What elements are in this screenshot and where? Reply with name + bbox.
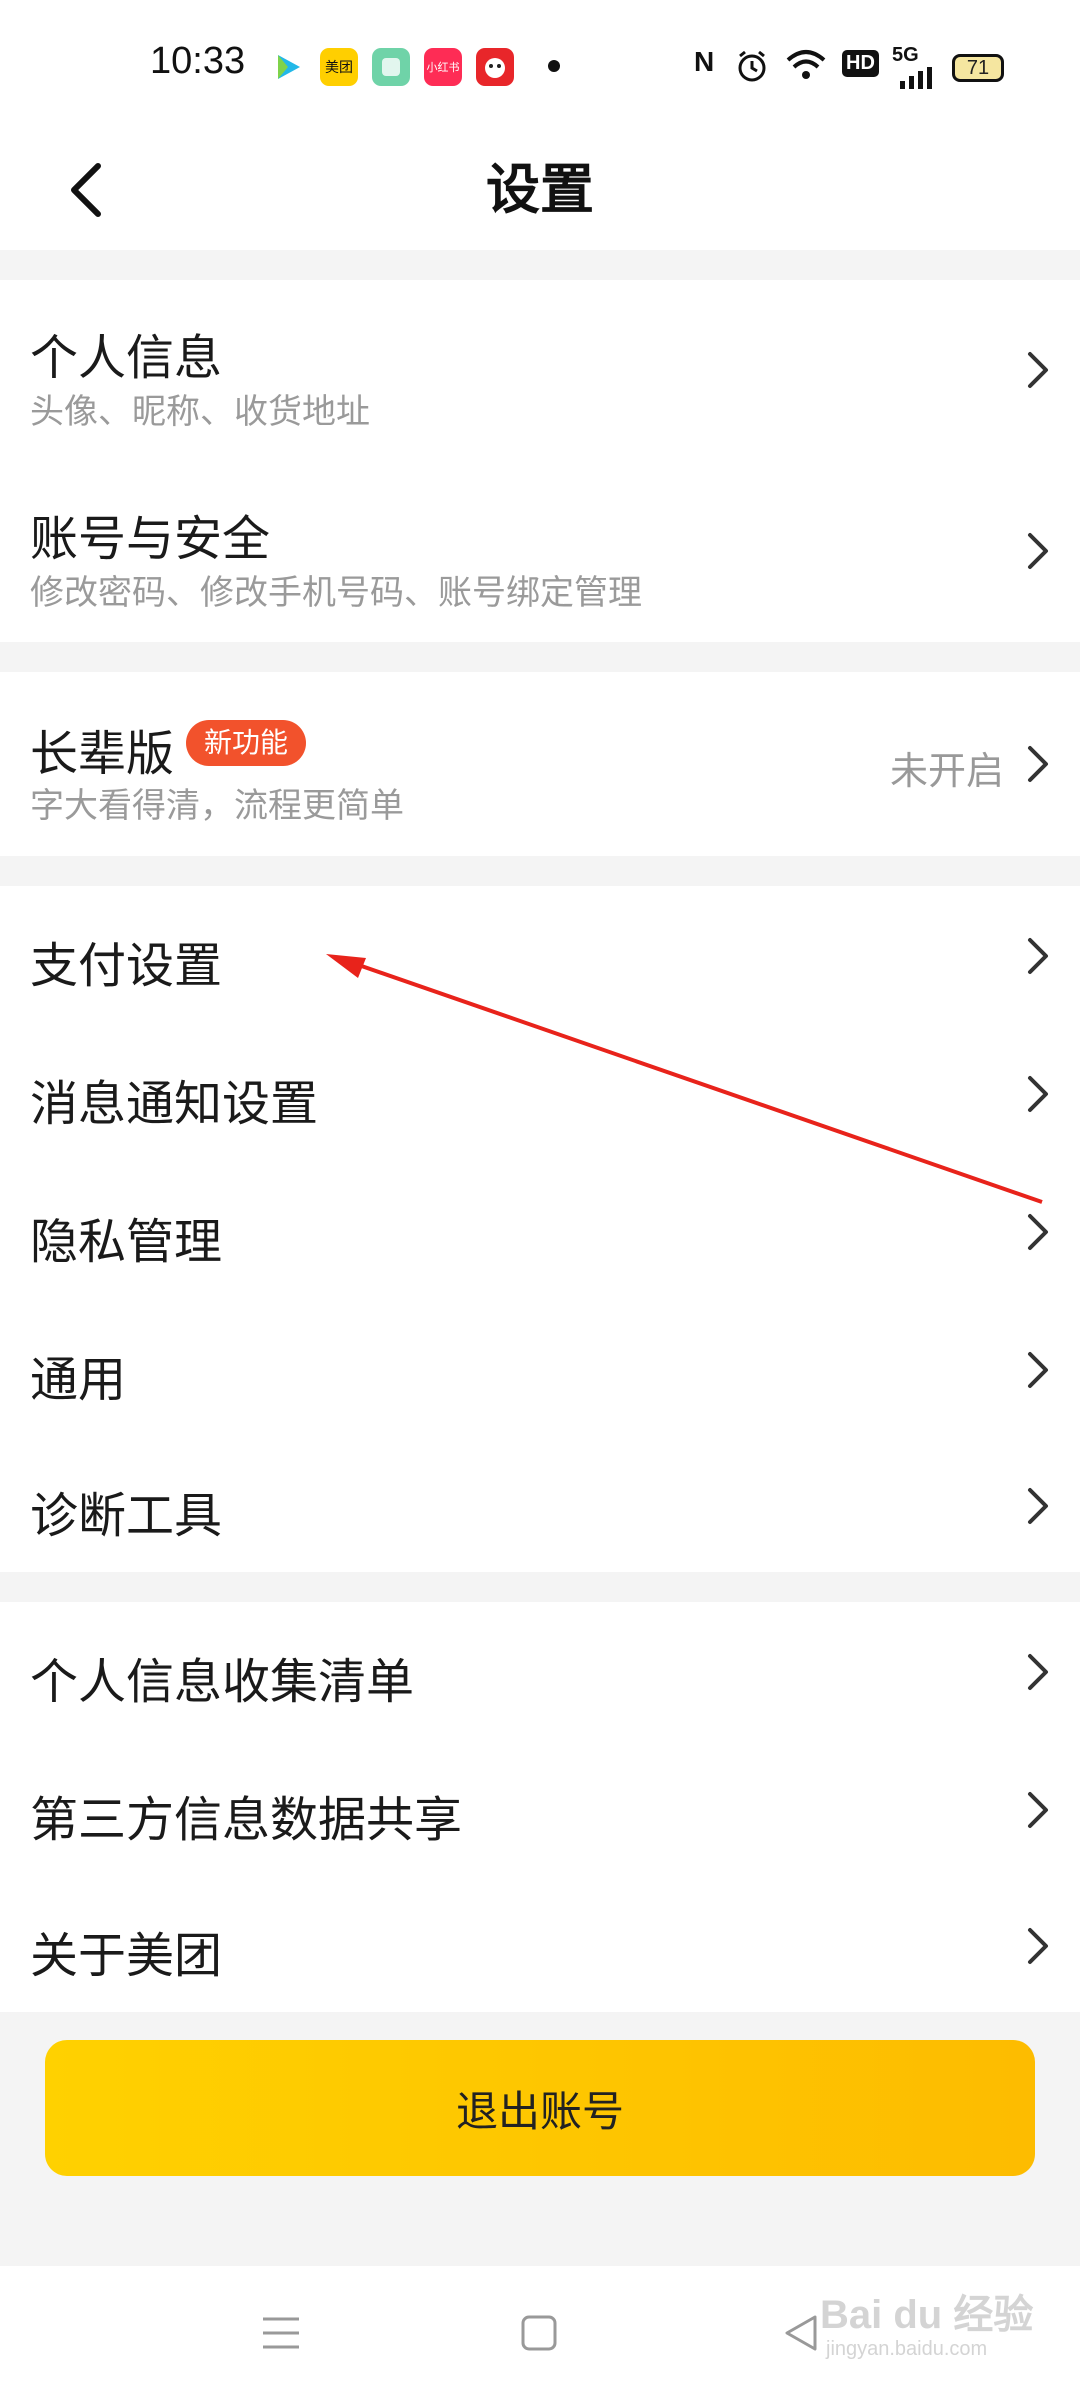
- settings-item-title: 个人信息收集清单: [30, 1656, 415, 1709]
- chevron-right-icon: [1028, 352, 1048, 388]
- home-button[interactable]: [504, 2300, 574, 2366]
- settings-item-title: 消息通知设置: [30, 1078, 319, 1131]
- settings-item-title: 隐私管理: [30, 1216, 223, 1269]
- elder-mode-status: 未开启: [889, 751, 1004, 793]
- settings-item-title: 长辈版: [30, 728, 175, 781]
- settings-item-subtitle: 字大看得清，流程更简单: [30, 787, 404, 825]
- settings-item-subtitle: 头像、昵称、收货地址: [30, 393, 370, 431]
- gallery-app-icon: [372, 48, 410, 86]
- menu-button[interactable]: [246, 2300, 316, 2366]
- settings-item-payment[interactable]: 支付设置: [0, 886, 1080, 1024]
- settings-item-notifications[interactable]: 消息通知设置: [0, 1024, 1080, 1162]
- settings-item-about[interactable]: 关于美团: [0, 1878, 1080, 2012]
- video-app-icon: [268, 48, 306, 86]
- chevron-right-icon: [1028, 1792, 1048, 1828]
- settings-item-title: 通用: [30, 1354, 127, 1407]
- jd-app-icon: [476, 48, 514, 86]
- baidu-watermark-url: jingyan.baidu.com: [826, 2338, 988, 2360]
- chevron-right-icon: [1028, 938, 1048, 974]
- chevron-right-icon: [1028, 746, 1048, 782]
- settings-item-title: 第三方信息数据共享: [30, 1794, 463, 1847]
- settings-item-diagnostics[interactable]: 诊断工具: [0, 1438, 1080, 1572]
- baidu-watermark: Bai du 经验: [820, 2293, 1034, 2337]
- settings-item-title: 支付设置: [30, 940, 223, 993]
- battery-level: 71: [966, 56, 990, 79]
- back-triangle-icon: [785, 2315, 817, 2351]
- chevron-right-icon: [1028, 1214, 1048, 1250]
- chevron-right-icon: [1028, 533, 1048, 569]
- status-time: 10:33: [150, 40, 246, 82]
- wifi-icon: [784, 48, 828, 89]
- home-square-icon: [521, 2315, 557, 2351]
- alarm-icon: [734, 48, 770, 91]
- new-feature-badge: 新功能: [186, 720, 307, 766]
- chevron-right-icon: [1028, 1488, 1048, 1524]
- settings-item-privacy[interactable]: 隐私管理: [0, 1162, 1080, 1300]
- settings-item-title: 诊断工具: [30, 1490, 223, 1543]
- menu-icon: [263, 2317, 299, 2349]
- xiaohongshu-app-icon: 小红书: [424, 48, 462, 86]
- battery-icon: 71: [952, 54, 1004, 82]
- hd-icon: HD: [842, 50, 879, 77]
- settings-group-account: 个人信息 头像、昵称、收货地址 账号与安全 修改密码、修改手机号码、账号绑定管理: [0, 280, 1080, 642]
- settings-item-general[interactable]: 通用: [0, 1300, 1080, 1438]
- header-bar: 设置: [0, 130, 1080, 250]
- settings-item-title: 个人信息: [30, 332, 223, 385]
- signal-icon: [898, 64, 938, 96]
- chevron-right-icon: [1028, 1076, 1048, 1112]
- settings-item-subtitle: 修改密码、修改手机号码、账号绑定管理: [30, 574, 642, 612]
- status-bar: 10:33 美团 小红书 N HD 5G 71: [0, 0, 1080, 130]
- nfc-icon: N: [694, 46, 715, 77]
- notification-dot-icon: [548, 60, 560, 72]
- settings-item-account-security[interactable]: 账号与安全 修改密码、修改手机号码、账号绑定管理: [0, 461, 1080, 642]
- settings-item-title: 关于美团: [30, 1930, 223, 1983]
- logout-button[interactable]: 退出账号: [45, 2040, 1035, 2176]
- settings-group-about: 个人信息收集清单 第三方信息数据共享 关于美团: [0, 1602, 1080, 2012]
- chevron-right-icon: [1028, 1654, 1048, 1690]
- page-title: 设置: [486, 160, 594, 220]
- chevron-right-icon: [1028, 1352, 1048, 1388]
- settings-item-title: 账号与安全: [30, 513, 271, 566]
- chevron-right-icon: [1028, 1928, 1048, 1964]
- settings-group-general: 支付设置 消息通知设置 隐私管理 通用 诊断工具: [0, 886, 1080, 1572]
- settings-item-personal-info[interactable]: 个人信息 头像、昵称、收货地址: [0, 280, 1080, 461]
- settings-item-info-collection[interactable]: 个人信息收集清单: [0, 1602, 1080, 1740]
- settings-item-elder-mode[interactable]: 长辈版 新功能 字大看得清，流程更简单 未开启: [0, 672, 1080, 856]
- settings-item-third-party-sharing[interactable]: 第三方信息数据共享: [0, 1740, 1080, 1878]
- meituan-app-icon: 美团: [320, 48, 358, 86]
- settings-group-elder: 长辈版 新功能 字大看得清，流程更简单 未开启: [0, 672, 1080, 856]
